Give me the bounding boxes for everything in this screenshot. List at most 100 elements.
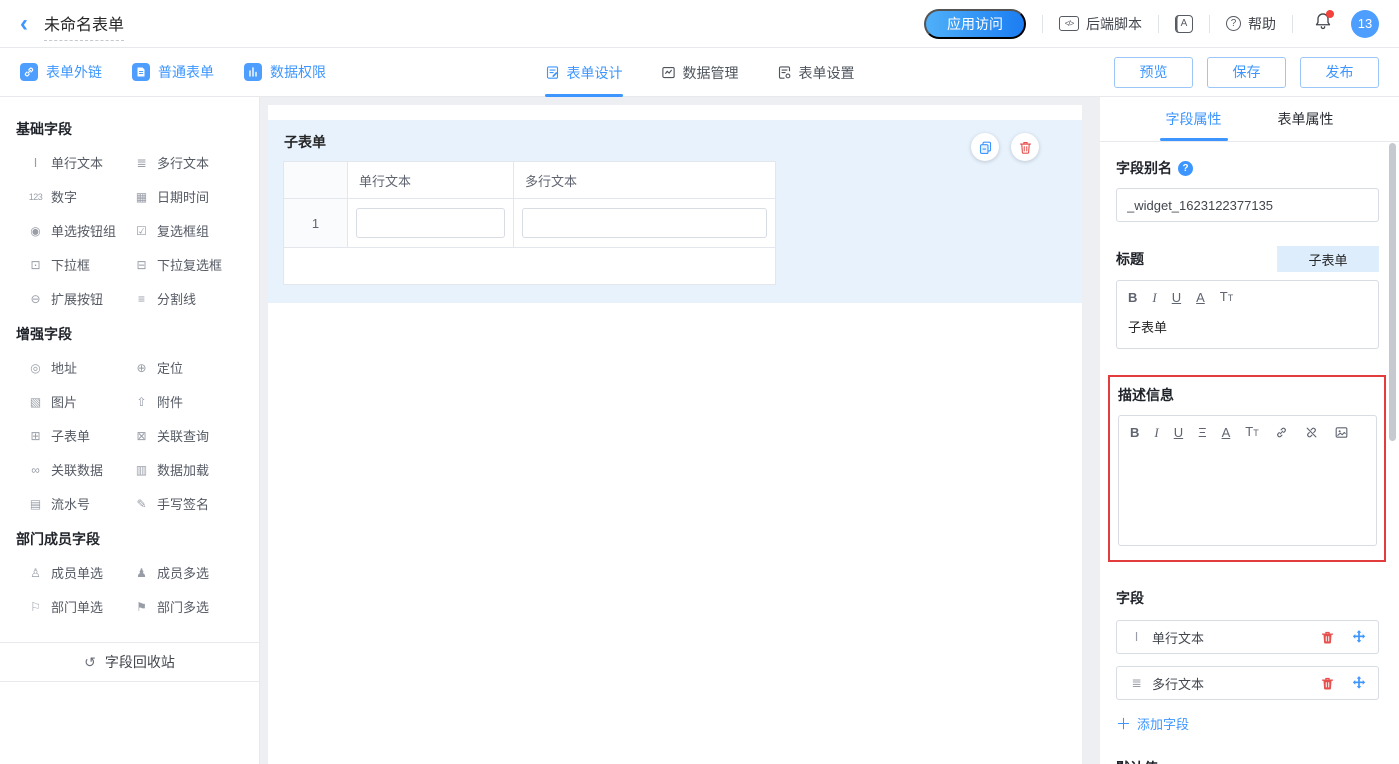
description-editor-content[interactable] (1119, 445, 1376, 545)
form-title[interactable]: 未命名表单 (44, 11, 124, 41)
tab-field-properties[interactable]: 字段属性 (1166, 97, 1222, 141)
panel-scrollbar[interactable] (1389, 143, 1396, 441)
drag-field-handle[interactable] (1351, 675, 1367, 691)
palette-item-multi-line-text[interactable]: ≣多行文本 (133, 153, 251, 172)
center-tabs: 表单设计 数据管理 表单设置 (545, 48, 855, 97)
tab-data-manage[interactable]: 数据管理 (661, 48, 739, 97)
help-button[interactable]: ? 帮助 (1226, 14, 1276, 34)
palette-label: 成员多选 (157, 563, 209, 582)
multi-dropdown-icon: ⊟ (133, 258, 150, 272)
app-access-button[interactable]: 应用访问 (924, 9, 1026, 39)
font-color-button[interactable]: A (1196, 290, 1205, 305)
delete-field-button[interactable] (1320, 676, 1335, 691)
field-item-multi-line[interactable]: ≣ 多行文本 (1116, 666, 1379, 700)
data-manage-icon (661, 65, 676, 80)
palette-item-number[interactable]: 123数字 (27, 187, 133, 206)
palette-item-radio-group[interactable]: ◉单选按钮组 (27, 221, 133, 240)
subform-footer-row (284, 248, 776, 285)
palette-item-extend-button[interactable]: ⊖扩展按钮 (27, 289, 133, 308)
palette-item-divider[interactable]: ≡分割线 (133, 289, 251, 308)
palette-item-location[interactable]: ⊕定位 (133, 358, 251, 377)
font-color-button[interactable]: A (1222, 425, 1231, 440)
form-design-canvas[interactable]: 子表单 单行文本 多行文本 1 (268, 105, 1082, 764)
italic-button[interactable]: I (1154, 425, 1158, 440)
code-icon: </> (1059, 16, 1079, 31)
drag-field-handle[interactable] (1351, 629, 1367, 645)
divider-icon: ≡ (133, 292, 150, 306)
document-icon (132, 63, 150, 81)
avatar[interactable]: 13 (1351, 10, 1379, 38)
index-column-header (284, 162, 348, 199)
palette-item-address[interactable]: ◎地址 (27, 358, 133, 377)
multi-line-text-input[interactable] (522, 208, 767, 238)
palette-item-attachment[interactable]: ⇧附件 (133, 392, 251, 411)
insert-link-button[interactable] (1274, 425, 1289, 440)
underline-button[interactable]: U (1174, 425, 1183, 440)
font-size-button[interactable]: T (1220, 289, 1233, 306)
tab-form-design[interactable]: 表单设计 (545, 48, 623, 97)
form-design-icon (545, 65, 560, 80)
palette-item-checkbox-group[interactable]: ☑复选框组 (133, 221, 251, 240)
add-field-label: 添加字段 (1137, 714, 1189, 733)
publish-button[interactable]: 发布 (1300, 57, 1379, 88)
palette-item-data-load[interactable]: ▥数据加载 (133, 460, 251, 479)
title-editor[interactable]: B I U A T 子表单 (1116, 280, 1379, 349)
palette-item-serial-number[interactable]: ▤流水号 (27, 494, 133, 513)
form-external-link-button[interactable]: 表单外链 (20, 62, 102, 82)
tab-form-settings[interactable]: 表单设置 (777, 48, 855, 97)
api-directory-icon[interactable]: A (1175, 15, 1193, 33)
underline-button[interactable]: U (1172, 290, 1181, 305)
palette-item-signature[interactable]: ✎手写签名 (133, 494, 251, 513)
title-editor-content[interactable]: 子表单 (1117, 310, 1378, 348)
move-icon (1351, 629, 1367, 645)
palette-item-relation-query[interactable]: ⊠关联查询 (133, 426, 251, 445)
palette-label: 定位 (157, 358, 183, 377)
italic-button[interactable]: I (1152, 290, 1156, 305)
align-button[interactable]: Ξ (1198, 425, 1206, 440)
field-item-single-line[interactable]: Ⅰ 单行文本 (1116, 620, 1379, 654)
normal-form-button[interactable]: 普通表单 (132, 62, 214, 82)
palette-item-relation-data[interactable]: ∞关联数据 (27, 460, 133, 479)
palette-item-dept-single[interactable]: ⚐部门单选 (27, 597, 133, 616)
palette-item-datetime[interactable]: ▦日期时间 (133, 187, 251, 206)
palette-item-multi-dropdown[interactable]: ⊟下拉复选框 (133, 255, 251, 274)
font-size-button[interactable]: T (1245, 424, 1258, 441)
tab-form-properties[interactable]: 表单属性 (1278, 97, 1334, 141)
backend-script-button[interactable]: </> 后端脚本 (1059, 14, 1142, 34)
delete-widget-button[interactable] (1011, 133, 1039, 161)
attachment-icon: ⇧ (133, 395, 150, 409)
field-alias-input[interactable] (1116, 188, 1379, 222)
property-panel: 字段属性 表单属性 字段别名 ? 标题 子表单 B I U A T 子表单 描述… (1100, 97, 1399, 764)
palette-item-single-line-text[interactable]: Ⅰ单行文本 (27, 153, 133, 172)
delete-field-button[interactable] (1320, 630, 1335, 645)
palette-item-dropdown[interactable]: ⊡下拉框 (27, 255, 133, 274)
single-line-text-icon: Ⅰ (27, 156, 44, 170)
palette-item-subform[interactable]: ⊞子表单 (27, 426, 133, 445)
bold-button[interactable]: B (1130, 425, 1139, 440)
subform-header-row: 单行文本 多行文本 (284, 162, 776, 199)
palette-label: 地址 (51, 358, 77, 377)
alias-help-icon[interactable]: ? (1178, 161, 1193, 176)
data-permission-button[interactable]: 数据权限 (244, 62, 326, 82)
row-index: 1 (284, 199, 348, 248)
field-recycle-bin[interactable]: ↺ 字段回收站 (0, 642, 259, 682)
insert-image-button[interactable] (1334, 425, 1349, 440)
palette-item-member-multi[interactable]: ♟成员多选 (133, 563, 251, 582)
subform-widget[interactable]: 子表单 单行文本 多行文本 1 (268, 120, 1082, 303)
back-icon[interactable]: ‹ (20, 14, 28, 34)
palette-item-dept-multi[interactable]: ⚑部门多选 (133, 597, 251, 616)
remove-link-button[interactable] (1304, 425, 1319, 440)
bold-button[interactable]: B (1128, 290, 1137, 305)
title-chip[interactable]: 子表单 (1277, 246, 1379, 272)
copy-widget-button[interactable] (971, 133, 999, 161)
add-row-area[interactable] (284, 248, 776, 285)
notification-bell[interactable] (1313, 11, 1333, 36)
add-field-button[interactable]: ＋ 添加字段 (1116, 713, 1379, 734)
preview-button[interactable]: 预览 (1114, 57, 1193, 88)
property-panel-body: 字段别名 ? 标题 子表单 B I U A T 子表单 描述信息 B I (1100, 142, 1399, 764)
palette-item-image[interactable]: ▧图片 (27, 392, 133, 411)
save-button[interactable]: 保存 (1207, 57, 1286, 88)
description-editor[interactable]: B I U Ξ A T (1118, 415, 1377, 546)
single-line-text-input[interactable] (356, 208, 505, 238)
palette-item-member-single[interactable]: ♙成员单选 (27, 563, 133, 582)
